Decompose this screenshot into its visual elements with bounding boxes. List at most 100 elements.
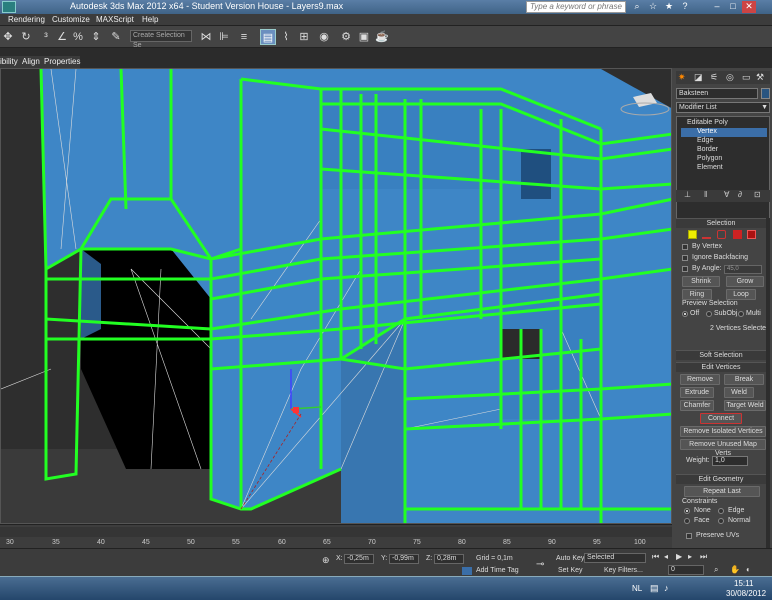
connect-button[interactable]: Connect — [700, 413, 742, 424]
angle-spinner[interactable]: 45,0 — [724, 265, 762, 274]
stack-item-editable-poly[interactable]: Editable Poly — [687, 119, 728, 126]
layer-manager-icon[interactable]: ≡ — [236, 29, 252, 45]
search-input[interactable]: Type a keyword or phrase — [526, 1, 626, 13]
curve-editor-icon[interactable]: ⌇ — [278, 29, 294, 45]
time-slider-track[interactable] — [0, 527, 672, 537]
language-indicator[interactable]: NL — [632, 584, 642, 593]
clock-time[interactable]: 15:11 — [734, 579, 753, 588]
key-icon[interactable]: ⊸ — [536, 559, 544, 570]
render-teapot-icon[interactable]: ☕ — [374, 29, 390, 45]
z-coordinate-field[interactable]: 0,28m — [434, 554, 464, 564]
menu-maxscript[interactable]: MAXScript — [96, 15, 134, 24]
graphite-toolbar-icon[interactable]: ▤ — [260, 29, 276, 45]
make-unique-icon[interactable]: ∀ — [724, 190, 729, 199]
y-coordinate-field[interactable]: -0,99m — [389, 554, 419, 564]
snap-icon[interactable]: ³ — [38, 29, 54, 45]
align-icon[interactable]: ⊫ — [216, 29, 232, 45]
auto-key-button[interactable]: Auto Key — [556, 555, 584, 562]
pan-icon[interactable]: ✋ — [730, 565, 740, 574]
tab-align[interactable]: Align — [22, 57, 40, 66]
spinner-snap-icon[interactable]: ⇕ — [88, 29, 104, 45]
render-setup-icon[interactable]: ⚙ — [338, 29, 354, 45]
network-icon[interactable]: ▤ — [650, 583, 659, 594]
weld-button[interactable]: Weld — [724, 387, 754, 398]
next-frame-icon[interactable]: ▸ — [688, 552, 692, 561]
set-key-button[interactable]: Set Key — [558, 567, 583, 574]
display-tab-icon[interactable]: ▭ — [742, 72, 751, 83]
key-filters-button[interactable]: Key Filters... — [604, 567, 643, 574]
ignore-backfacing-checkbox[interactable] — [682, 255, 688, 261]
constraint-none-radio[interactable] — [684, 508, 690, 514]
info-icon[interactable]: ☆ — [646, 1, 660, 13]
maximize-icon[interactable]: □ — [726, 1, 740, 13]
motion-tab-icon[interactable]: ◎ — [726, 72, 734, 83]
x-coordinate-field[interactable]: -0,25m — [344, 554, 374, 564]
remove-isolated-vertices-button[interactable]: Remove Isolated Vertices — [680, 426, 766, 437]
remove-unused-map-verts-button[interactable]: Remove Unused Map Verts — [680, 439, 766, 457]
preview-multi-radio[interactable] — [738, 311, 744, 317]
preserve-uvs-checkbox[interactable] — [686, 533, 692, 539]
object-name-field[interactable]: Baksteen — [676, 88, 758, 99]
rotate-icon[interactable]: ↻ — [18, 29, 34, 45]
menu-help[interactable]: Help — [142, 15, 158, 24]
stack-item-edge[interactable]: Edge — [697, 137, 713, 144]
target-weld-button[interactable]: Target Weld — [724, 400, 766, 411]
element-mode-icon[interactable] — [747, 230, 756, 239]
perspective-viewport[interactable] — [0, 68, 672, 524]
shrink-button[interactable]: Shrink — [682, 276, 720, 287]
named-selection-dropdown[interactable]: Create Selection Se — [130, 30, 192, 49]
mirror-icon[interactable]: ⋈ — [198, 29, 214, 45]
modifier-list-dropdown[interactable]: Modifier List ▼ — [676, 102, 770, 113]
key-mode-dropdown[interactable]: Selected — [584, 553, 646, 563]
hierarchy-tab-icon[interactable]: ⚟ — [710, 72, 718, 83]
current-frame-field[interactable]: 0 — [668, 565, 704, 575]
polygon-mode-icon[interactable] — [733, 230, 742, 239]
panel-scrollbar[interactable] — [766, 218, 770, 548]
add-time-tag-button[interactable]: Add Time Tag — [476, 567, 519, 574]
constraint-face-radio[interactable] — [684, 518, 690, 524]
percent-snap-icon[interactable]: % — [70, 29, 86, 45]
tab-visibility[interactable]: ibility — [0, 57, 18, 66]
remove-modifier-icon[interactable]: ∂ — [738, 190, 742, 199]
stack-item-vertex[interactable]: Vertex — [697, 128, 717, 135]
preview-off-radio[interactable] — [682, 311, 688, 317]
repeat-last-button[interactable]: Repeat Last — [684, 486, 760, 497]
selection-rollout-header[interactable]: Selection — [676, 218, 766, 228]
border-mode-icon[interactable] — [717, 230, 726, 239]
loop-button[interactable]: Loop — [726, 289, 756, 300]
configure-sets-icon[interactable]: ⊡ — [754, 190, 761, 199]
soft-selection-rollout-header[interactable]: Soft Selection — [676, 350, 766, 360]
constraint-edge-radio[interactable] — [718, 508, 724, 514]
named-selection-icon[interactable]: ✎ — [108, 29, 124, 45]
utilities-tab-icon[interactable]: ⚒ — [756, 72, 764, 83]
viewport-scene[interactable] — [1, 69, 672, 524]
close-icon[interactable]: ✕ — [742, 1, 756, 13]
remove-button[interactable]: Remove — [680, 374, 720, 385]
stack-item-element[interactable]: Element — [697, 164, 723, 171]
chamfer-button[interactable]: Chamfer — [680, 400, 714, 411]
move-icon[interactable]: ✥ — [0, 29, 16, 45]
ring-button[interactable]: Ring — [682, 289, 712, 300]
menu-rendering[interactable]: Rendering — [8, 15, 45, 24]
help-icon[interactable]: ? — [678, 1, 692, 13]
by-angle-checkbox[interactable] — [682, 266, 688, 272]
grow-button[interactable]: Grow — [726, 276, 764, 287]
volume-icon[interactable]: ♪ — [664, 583, 669, 593]
constraint-normal-radio[interactable] — [718, 518, 724, 524]
create-tab-icon[interactable]: ✷ — [678, 72, 686, 83]
edit-geometry-rollout-header[interactable]: Edit Geometry — [676, 474, 766, 484]
preview-subobj-radio[interactable] — [706, 311, 712, 317]
extrude-button[interactable]: Extrude — [680, 387, 714, 398]
minimize-icon[interactable]: – — [710, 1, 724, 13]
weight-spinner[interactable]: 1,0 — [712, 456, 748, 466]
menu-customize[interactable]: Customize — [52, 15, 90, 24]
material-editor-icon[interactable]: ◉ — [316, 29, 332, 45]
vertex-mode-icon[interactable] — [688, 230, 697, 239]
stack-item-polygon[interactable]: Polygon — [697, 155, 722, 162]
modify-tab-icon[interactable]: ◪ — [694, 72, 703, 83]
absolute-mode-icon[interactable]: ⊕ — [322, 555, 330, 566]
edge-mode-icon[interactable] — [702, 230, 711, 239]
prev-frame-icon[interactable]: ◂ — [664, 552, 668, 561]
schematic-view-icon[interactable]: ⊞ — [296, 29, 312, 45]
app-logo-icon[interactable] — [2, 1, 16, 13]
